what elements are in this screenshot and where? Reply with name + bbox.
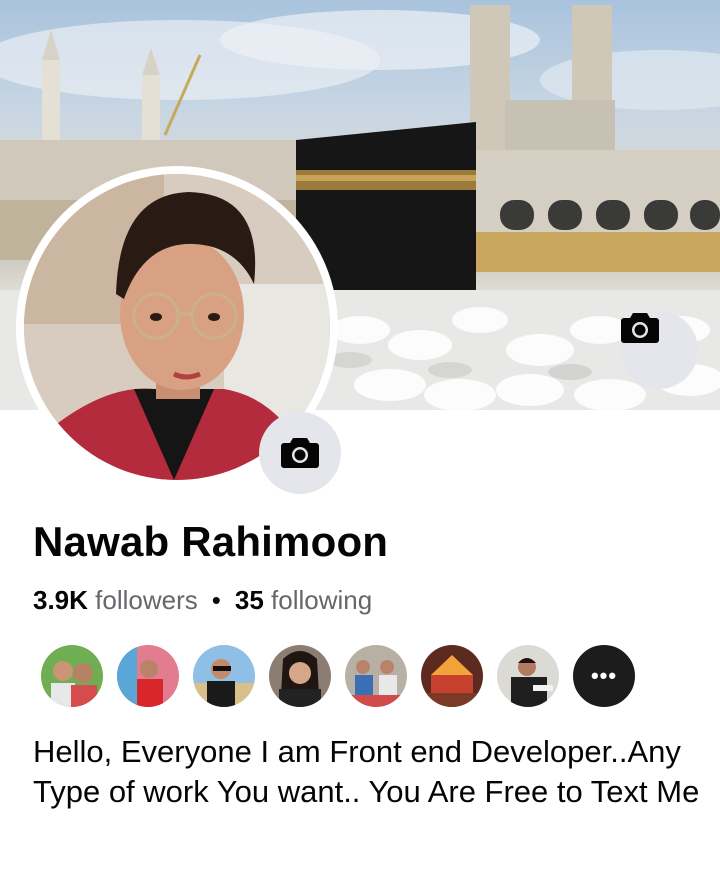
edit-cover-photo-button[interactable] [620,311,698,389]
stats-separator: • [211,585,221,615]
friend-avatar[interactable] [419,643,485,709]
friend-avatar[interactable] [343,643,409,709]
followers-label: followers [95,585,198,615]
camera-icon [621,313,659,343]
friend-avatar-image [117,645,179,707]
following-label: following [271,585,373,615]
friend-avatar-image [421,645,483,707]
friend-avatar[interactable] [267,643,333,709]
friend-avatar-image [269,645,331,707]
more-icon: ••• [590,663,618,688]
following-count: 35 [234,585,264,615]
friend-avatar-image [497,645,559,707]
friend-avatar[interactable] [39,643,105,709]
friend-avatar[interactable] [495,643,561,709]
profile-bio: Hello, Everyone I am Front end Developer… [33,734,700,809]
friend-avatar-image [41,645,103,707]
friend-avatar[interactable] [115,643,181,709]
friend-avatar-image [193,645,255,707]
friends-avatar-row: ••• [39,643,647,709]
friend-avatar-image [345,645,407,707]
more-friends-button[interactable]: ••• [571,643,637,709]
followers-link[interactable]: 3.9K followers [33,585,198,615]
edit-profile-picture-button[interactable] [259,412,341,494]
follow-stats: 3.9K followers • 35 following [33,585,372,616]
following-link[interactable]: 35 following [235,585,372,615]
profile-name: Nawab Rahimoon [33,518,389,565]
friend-avatar[interactable] [191,643,257,709]
camera-icon [281,438,319,468]
followers-count: 3.9K [33,585,88,615]
